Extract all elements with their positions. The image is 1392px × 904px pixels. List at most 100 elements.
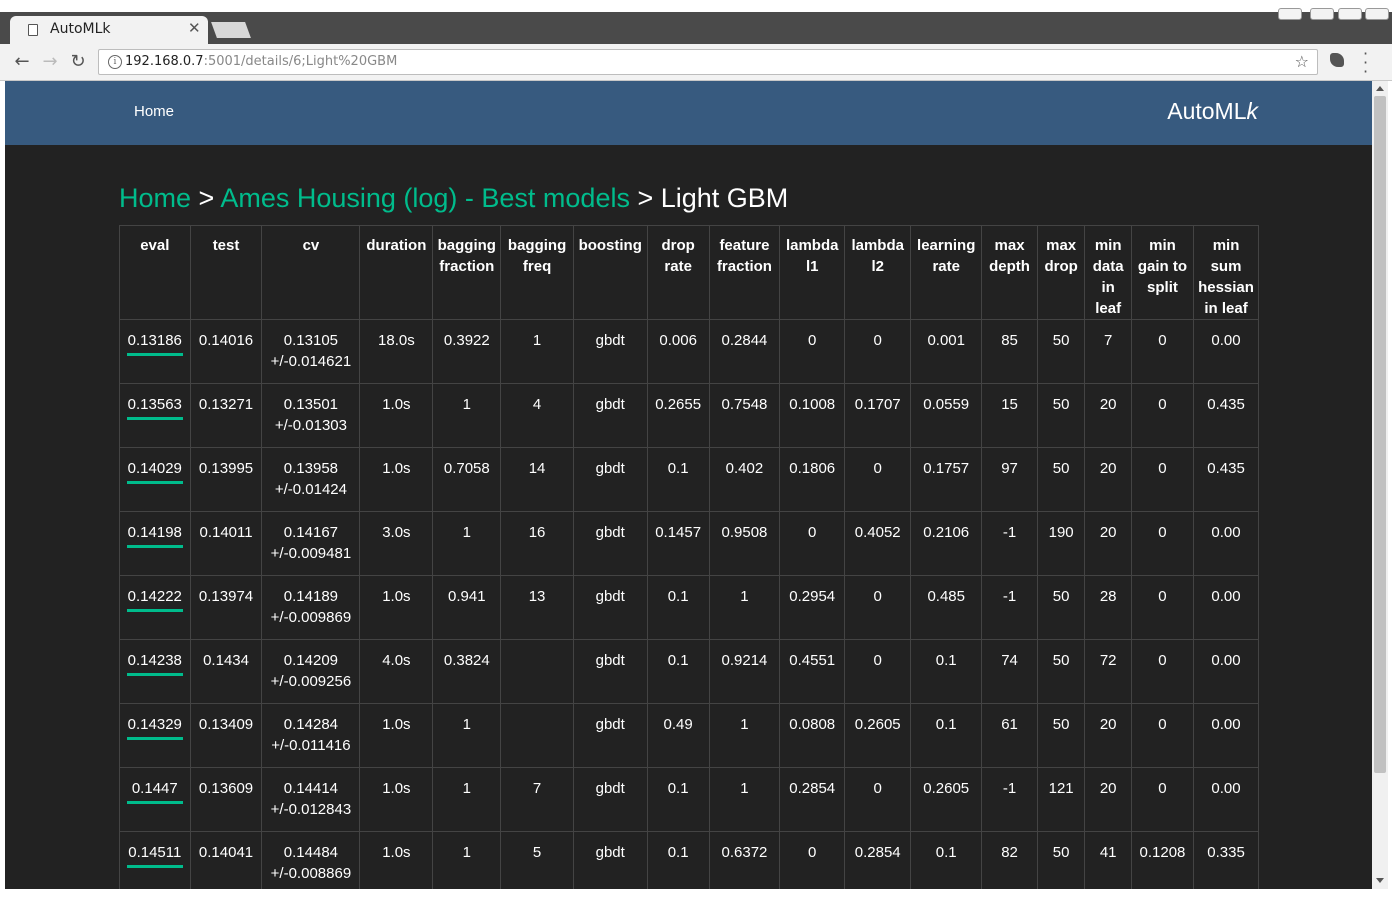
cell-bagging-freq	[500, 703, 574, 768]
eval-link[interactable]: 0.14238	[126, 650, 183, 676]
col-header-learning-rate[interactable]: learning rate	[910, 225, 983, 320]
table-row[interactable]: 0.13186 0.14016 0.13105 +/-0.014621 18.0s 0.3…	[119, 319, 1259, 384]
col-header-drop-rate[interactable]: drop rate	[646, 225, 710, 320]
cell-eval[interactable]: 0.13186	[119, 319, 191, 384]
user-icon[interactable]	[1278, 8, 1302, 20]
cell-boosting: gbdt	[572, 831, 648, 889]
brand-italic: k	[1246, 98, 1259, 124]
breadcrumb-dataset[interactable]: Ames Housing (log) - Best models	[220, 183, 630, 213]
col-header-boosting[interactable]: boosting	[572, 225, 648, 320]
col-header-test[interactable]: test	[189, 225, 263, 320]
cell-duration: 3.0s	[359, 511, 434, 576]
eval-link[interactable]: 0.1447	[126, 778, 183, 804]
nav-home-link[interactable]: Home	[134, 103, 174, 120]
cell-lambda-l1: 0.2854	[779, 767, 846, 832]
cell-lambda-l1: 0.1806	[779, 447, 846, 512]
cell-drop-rate: 0.1	[646, 831, 710, 889]
col-header-min-gain-to-split[interactable]: min gain to split	[1130, 225, 1195, 320]
table-row[interactable]: 0.14329 0.13409 0.14284 +/-0.011416 1.0s 1 gbd…	[119, 703, 1259, 768]
col-header-cv[interactable]: cv	[261, 225, 361, 320]
cell-duration: 1.0s	[359, 383, 434, 448]
col-header-min-sum-hessian[interactable]: min sum hessian in leaf	[1193, 225, 1259, 320]
scroll-thumb[interactable]	[1374, 96, 1386, 773]
cell-boosting: gbdt	[572, 319, 648, 384]
cell-min-sum-hessian: 0.435	[1193, 383, 1259, 448]
navbar: Home AutoMLk	[5, 81, 1372, 145]
col-header-max-drop[interactable]: max drop	[1036, 225, 1086, 320]
cell-test: 0.14041	[189, 831, 263, 889]
cell-bagging-freq: 14	[500, 447, 574, 512]
col-header-feature-fraction[interactable]: feature fraction	[708, 225, 781, 320]
new-tab-button[interactable]	[211, 22, 251, 38]
eval-link[interactable]: 0.14511	[126, 842, 183, 868]
close-window-button[interactable]	[1365, 8, 1389, 20]
eval-link[interactable]: 0.14222	[126, 586, 183, 612]
browser-tab[interactable]: AutoMLk ✕	[10, 16, 208, 44]
table-row[interactable]: 0.14511 0.14041 0.14484 +/-0.008869 1.0s 1 5 gb…	[119, 831, 1259, 889]
url-text[interactable]: 192.168.0.7:5001/details/6;Light%20GBM	[125, 54, 397, 69]
cell-feature-fraction: 0.6372	[708, 831, 781, 889]
cell-min-sum-hessian: 0.00	[1193, 575, 1259, 640]
address-bar[interactable]: i 192.168.0.7:5001/details/6;Light%20GBM…	[98, 49, 1318, 75]
table-row[interactable]: 0.13563 0.13271 0.13501 +/-0.01303 1.0s 1 4 gbd…	[119, 383, 1259, 448]
cv-std: +/-0.01424	[274, 481, 347, 498]
breadcrumb-home[interactable]: Home	[119, 183, 191, 213]
cell-bagging-freq: 7	[500, 767, 574, 832]
reload-icon[interactable]: ↻	[66, 50, 90, 74]
cell-eval[interactable]: 0.14329	[119, 703, 191, 768]
cell-drop-rate: 0.1	[646, 767, 710, 832]
close-icon[interactable]: ✕	[188, 19, 201, 37]
eval-link[interactable]: 0.14198	[126, 522, 183, 548]
table-body: 0.13186 0.14016 0.13105 +/-0.014621 18.0s 0.3…	[119, 319, 1259, 889]
col-header-duration[interactable]: duration	[359, 225, 434, 320]
table-row[interactable]: 0.1447 0.13609 0.14414 +/-0.012843 1.0s 1 7 gbd…	[119, 767, 1259, 832]
forward-icon[interactable]: →	[38, 50, 62, 74]
back-icon[interactable]: ←	[10, 50, 34, 74]
col-header-bagging-fraction[interactable]: bagging fraction	[432, 225, 502, 320]
cell-cv: 0.14189 +/-0.009869	[261, 575, 361, 640]
cell-eval[interactable]: 0.14511	[119, 831, 191, 889]
col-header-min-data-in-leaf[interactable]: min data in leaf	[1084, 225, 1132, 320]
scroll-up-icon[interactable]	[1376, 86, 1384, 91]
page-scrollbar[interactable]	[1372, 81, 1388, 889]
cell-eval[interactable]: 0.1447	[119, 767, 191, 832]
cell-drop-rate: 0.1	[646, 447, 710, 512]
cell-eval[interactable]: 0.13563	[119, 383, 191, 448]
cell-min-gain-to-split: 0	[1130, 703, 1195, 768]
col-header-bagging-freq[interactable]: bagging freq	[500, 225, 574, 320]
col-header-lambda-l2[interactable]: lambda l2	[844, 225, 912, 320]
table-row[interactable]: 0.14238 0.1434 0.14209 +/-0.009256 4.0s 0.382…	[119, 639, 1259, 704]
info-icon[interactable]: i	[108, 55, 122, 69]
eval-link[interactable]: 0.14329	[126, 714, 183, 740]
table-row[interactable]: 0.14029 0.13995 0.13958 +/-0.01424 1.0s 0.705…	[119, 447, 1259, 512]
cell-drop-rate: 0.1	[646, 639, 710, 704]
minimize-button[interactable]	[1310, 8, 1334, 20]
cell-max-depth: 97	[981, 447, 1038, 512]
cell-lambda-l1: 0.0808	[779, 703, 846, 768]
menu-icon[interactable]: · · ·	[1363, 46, 1368, 80]
cell-max-depth: -1	[981, 511, 1038, 576]
cell-max-drop: 50	[1036, 703, 1086, 768]
eval-link[interactable]: 0.14029	[126, 458, 183, 484]
table-row[interactable]: 0.14222 0.13974 0.14189 +/-0.009869 1.0s 0.94…	[119, 575, 1259, 640]
col-header-eval[interactable]: eval	[119, 225, 191, 320]
cell-cv: 0.14167 +/-0.009481	[261, 511, 361, 576]
cell-bagging-freq: 16	[500, 511, 574, 576]
maximize-button[interactable]	[1338, 8, 1362, 20]
star-icon[interactable]: ☆	[1295, 52, 1309, 71]
cell-eval[interactable]: 0.14198	[119, 511, 191, 576]
cell-min-gain-to-split: 0	[1130, 383, 1195, 448]
brand-logo[interactable]: AutoMLk	[1167, 98, 1258, 125]
eval-link[interactable]: 0.13563	[126, 394, 183, 420]
table-row[interactable]: 0.14198 0.14011 0.14167 +/-0.009481 3.0s 1 16 g…	[119, 511, 1259, 576]
cell-eval[interactable]: 0.14238	[119, 639, 191, 704]
eval-link[interactable]: 0.13186	[126, 330, 183, 356]
col-header-lambda-l1[interactable]: lambda l1	[779, 225, 846, 320]
extension-icon[interactable]	[1330, 53, 1344, 67]
cell-eval[interactable]: 0.14029	[119, 447, 191, 512]
col-header-max-depth[interactable]: max depth	[981, 225, 1038, 320]
scroll-down-icon[interactable]	[1376, 878, 1384, 883]
cell-bagging-fraction: 0.941	[432, 575, 502, 640]
cell-max-drop: 190	[1036, 511, 1086, 576]
cell-eval[interactable]: 0.14222	[119, 575, 191, 640]
